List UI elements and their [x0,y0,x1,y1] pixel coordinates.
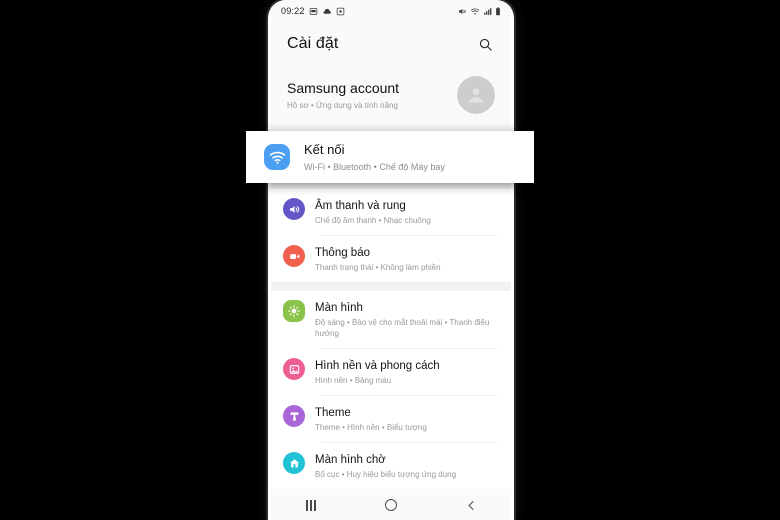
settings-row-notifications[interactable]: Thông báo Thanh trạng thái • Không làm p… [271,236,511,282]
settings-row-home-screen[interactable]: Màn hình chờ Bố cục • Huy hiệu biểu tượn… [271,443,511,489]
navigation-bar [271,490,511,520]
theme-icon [283,405,305,427]
wifi-icon [264,144,290,170]
row-subtitle: Chế độ âm thanh • Nhạc chuông [315,216,431,225]
status-bar: 09:22 [271,0,511,22]
settings-row-text: Theme Theme • Hình nền • Biểu tượng [305,405,497,433]
settings-row-text: Hình nền và phong cách Hình nền • Bảng m… [305,358,497,386]
page-title: Cài đặt [287,35,339,52]
row-title: Màn hình chờ [315,454,386,466]
status-bar-left: 09:22 [281,6,345,16]
screenshot-stage: 09:22 Cài đặt Samsung account Hồ sơ • Ứn… [0,0,780,520]
samsung-account-text: Samsung account Hồ sơ • Ứng dụng và tính… [287,79,399,111]
battery-icon [496,6,500,15]
back-icon [468,500,474,510]
row-subtitle: Theme • Hình nền • Biểu tượng [315,423,427,432]
samsung-account-subtitle: Hồ sơ • Ứng dụng và tính năng [287,101,398,110]
phone-screen: 09:22 Cài đặt Samsung account Hồ sơ • Ứn… [271,0,511,520]
wifi-icon [470,7,480,14]
row-subtitle: Thanh trạng thái • Không làm phiền [315,263,441,272]
row-subtitle: Độ sáng • Bảo vệ cho mắt thoải mái • Tha… [315,318,490,338]
samsung-account-title: Samsung account [287,80,400,96]
highlighted-row-subtitle: Wi-Fi • Bluetooth • Chế độ Máy bay [304,162,445,172]
row-title: Âm thanh và rung [315,200,406,212]
row-subtitle: Hình nền • Bảng màu [315,376,392,385]
avatar[interactable] [457,76,495,114]
home-screen-icon [283,452,305,474]
settings-row-theme[interactable]: Theme Theme • Hình nền • Biểu tượng [271,396,511,442]
recents-icon [306,499,316,511]
back-button[interactable] [453,494,489,516]
home-button[interactable] [373,494,409,516]
signal-icon [484,7,492,15]
recents-button[interactable] [293,494,329,516]
settings-row-sound[interactable]: Âm thanh và rung Chế độ âm thanh • Nhạc … [271,189,511,235]
highlighted-row-title: Kết nối [304,142,345,157]
status-bar-right [457,6,501,16]
row-title: Thông báo [315,247,370,259]
sd-card-icon [309,7,317,15]
speaker-icon [283,198,305,220]
home-icon [385,499,397,511]
cloud-icon [323,8,331,14]
settings-group-2: Màn hình Độ sáng • Bảo vệ cho mắt thoải … [271,291,511,489]
search-icon[interactable] [475,34,495,54]
row-title: Màn hình [315,302,363,314]
settings-row-text: Thông báo Thanh trạng thái • Không làm p… [305,245,497,273]
highlighted-row-text: Kết nối Wi-Fi • Bluetooth • Chế độ Máy b… [290,141,445,173]
group-gap [271,282,511,291]
page-header: Cài đặt [271,26,511,62]
row-title: Theme [315,407,351,419]
brightness-icon [283,300,305,322]
person-icon [469,88,483,103]
mute-icon [459,8,466,14]
status-bar-clock: 09:22 [281,6,305,16]
highlighted-connections-row[interactable]: Kết nối Wi-Fi • Bluetooth • Chế độ Máy b… [246,131,534,183]
settings-row-wallpaper[interactable]: Hình nền và phong cách Hình nền • Bảng m… [271,349,511,395]
wallpaper-icon [283,358,305,380]
phone-frame: 09:22 Cài đặt Samsung account Hồ sơ • Ứn… [268,0,514,520]
settings-row-text: Màn hình Độ sáng • Bảo vệ cho mắt thoải … [305,300,497,339]
notification-icon [283,245,305,267]
settings-row-display[interactable]: Màn hình Độ sáng • Bảo vệ cho mắt thoải … [271,291,511,348]
settings-row-text: Âm thanh và rung Chế độ âm thanh • Nhạc … [305,198,497,226]
screenshot-icon [336,7,344,15]
settings-row-text: Màn hình chờ Bố cục • Huy hiệu biểu tượn… [305,452,497,480]
settings-group-1: Âm thanh và rung Chế độ âm thanh • Nhạc … [271,189,511,282]
samsung-account-row[interactable]: Samsung account Hồ sơ • Ứng dụng và tính… [271,66,511,128]
row-subtitle: Bố cục • Huy hiệu biểu tượng ứng dụng [315,470,457,479]
row-title: Hình nền và phong cách [315,360,440,372]
